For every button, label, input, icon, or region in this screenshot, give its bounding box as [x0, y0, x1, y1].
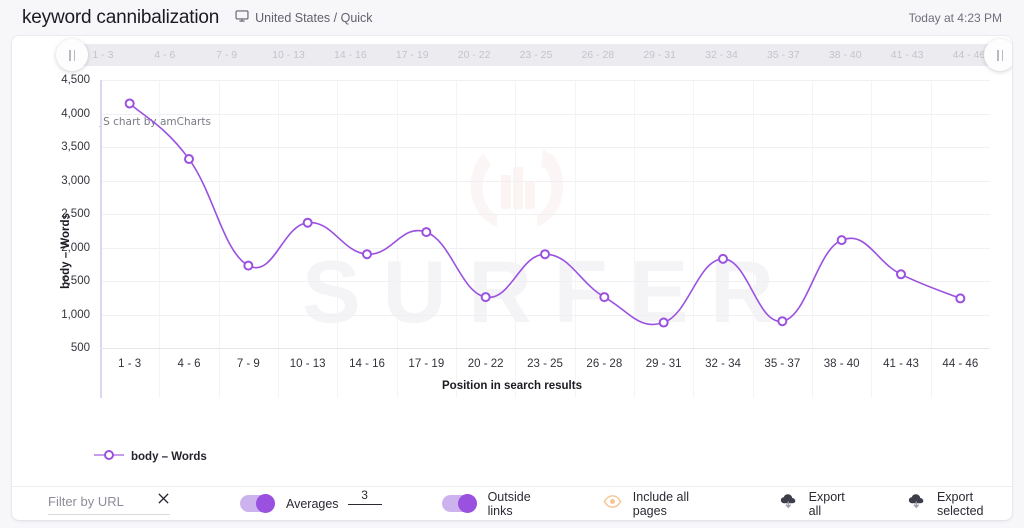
- data-point[interactable]: [302, 217, 313, 228]
- close-icon[interactable]: [157, 492, 170, 510]
- x-tick-label: 32 - 34: [705, 358, 741, 370]
- range-scrollbar-labels: 1 - 34 - 67 - 9 10 - 13 14 - 16 17 - 19 20 -…: [72, 44, 1000, 66]
- x-tick-label: 10 - 13: [289, 358, 326, 370]
- range-scrollbar-label: 26 - 28: [581, 49, 615, 61]
- data-point[interactable]: [599, 292, 610, 303]
- export-selected-button[interactable]: Export selected: [908, 490, 1012, 518]
- range-scrollbar-label: 35 - 37: [767, 49, 800, 61]
- chart-plot-area: SURFER JS chart by amCharts body – Words…: [12, 66, 1012, 436]
- location-label: United States / Quick: [255, 11, 373, 25]
- range-scrollbar-label: 17 - 19: [395, 49, 429, 61]
- legend-label: body – Words: [131, 451, 207, 463]
- eye-icon[interactable]: [603, 494, 622, 514]
- data-point[interactable]: [421, 227, 432, 238]
- search-input[interactable]: [48, 493, 148, 509]
- app-header: keyword cannibalization United States / …: [0, 0, 1024, 36]
- x-tick-label: 26 - 28: [586, 358, 623, 370]
- x-tick-label: 38 - 40: [823, 358, 860, 370]
- range-scrollbar-label: 38 - 40: [828, 49, 862, 61]
- range-scrollbar-label: 29 - 31: [643, 49, 677, 61]
- outside-links-label: Outside links: [487, 489, 531, 518]
- averages-value-input[interactable]: 3: [347, 488, 382, 505]
- data-point[interactable]: [480, 292, 491, 303]
- x-tick-label: 44 - 46: [942, 358, 979, 370]
- timestamp: Today at 4:23 PM: [908, 11, 1002, 25]
- location-indicator[interactable]: United States / Quick: [235, 9, 373, 28]
- outside-links-toggle[interactable]: [441, 494, 477, 513]
- filter-by-url-field[interactable]: [48, 492, 170, 515]
- averages-toggle[interactable]: [239, 494, 275, 513]
- data-point[interactable]: [658, 317, 669, 328]
- data-point[interactable]: [362, 249, 372, 260]
- chart-card: 1 - 3 4 - 6 7 - 9 10 - 13 14 - 16 17 - 19 20 -…: [12, 36, 1012, 520]
- chart-range-scrollbar[interactable]: 1 - 34 - 67 - 9 10 - 13 14 - 16 17 - 19 20 -…: [56, 39, 1012, 71]
- averages-control[interactable]: Averages 3: [239, 488, 382, 513]
- legend-marker-icon: [94, 448, 124, 466]
- chart-toolbar: Averages 3 Outside links Include all pag…: [12, 487, 1012, 520]
- data-point[interactable]: [124, 98, 135, 109]
- range-scrollbar-label: 10 - 13: [272, 49, 305, 61]
- data-point[interactable]: [777, 316, 788, 327]
- range-scrollbar-label: 41 - 43: [890, 49, 924, 61]
- x-tick-label: 4 - 6: [177, 358, 201, 370]
- x-tick-label: 35 - 37: [764, 358, 801, 370]
- monitor-icon: [235, 9, 249, 28]
- x-tick-label: 20 - 22: [467, 358, 504, 370]
- x-tick-label: 41 - 43: [883, 358, 919, 370]
- cloud-download-icon: [780, 493, 798, 514]
- range-scrollbar-label: 7 - 9: [216, 49, 238, 61]
- page-title: keyword cannibalization: [22, 7, 220, 28]
- data-point[interactable]: [718, 253, 728, 264]
- range-scrollbar-label: 23 - 25: [519, 49, 553, 61]
- range-scrollbar-label: 32 - 34: [705, 49, 738, 61]
- export-selected-label: Export selected: [936, 489, 984, 518]
- x-tick-label: 1 - 3: [118, 358, 142, 370]
- outside-links-control[interactable]: Outside links: [441, 489, 548, 518]
- x-tick-label: 14 - 16: [349, 358, 385, 370]
- range-scrollbar-label: 14 - 16: [334, 49, 367, 61]
- include-all-pages-label: Include all pages: [632, 489, 690, 518]
- data-point[interactable]: [836, 235, 847, 246]
- export-all-label: Export all: [808, 489, 845, 518]
- data-point[interactable]: [243, 260, 254, 271]
- chart-legend[interactable]: body – Words: [94, 448, 207, 466]
- range-scrollbar-label: 20 - 22: [457, 49, 491, 61]
- x-tick-label: 23 - 25: [527, 358, 563, 370]
- export-all-button[interactable]: Export all: [780, 490, 853, 518]
- x-tick-label: 7 - 9: [236, 358, 260, 370]
- averages-label: Averages: [285, 496, 339, 511]
- include-all-pages-control[interactable]: Include all pages: [603, 490, 715, 518]
- x-tick-label: 29 - 31: [645, 358, 682, 370]
- data-point[interactable]: [896, 269, 906, 280]
- range-scrollbar-label: 4 - 6: [154, 49, 176, 61]
- x-tick-label: 17 - 19: [408, 358, 445, 370]
- cloud-download-icon: [908, 493, 926, 514]
- data-point[interactable]: [540, 249, 550, 260]
- data-point[interactable]: [184, 154, 194, 165]
- series-line: [129, 102, 961, 326]
- x-axis-title: Position in search results: [442, 380, 582, 392]
- data-point[interactable]: [955, 293, 966, 304]
